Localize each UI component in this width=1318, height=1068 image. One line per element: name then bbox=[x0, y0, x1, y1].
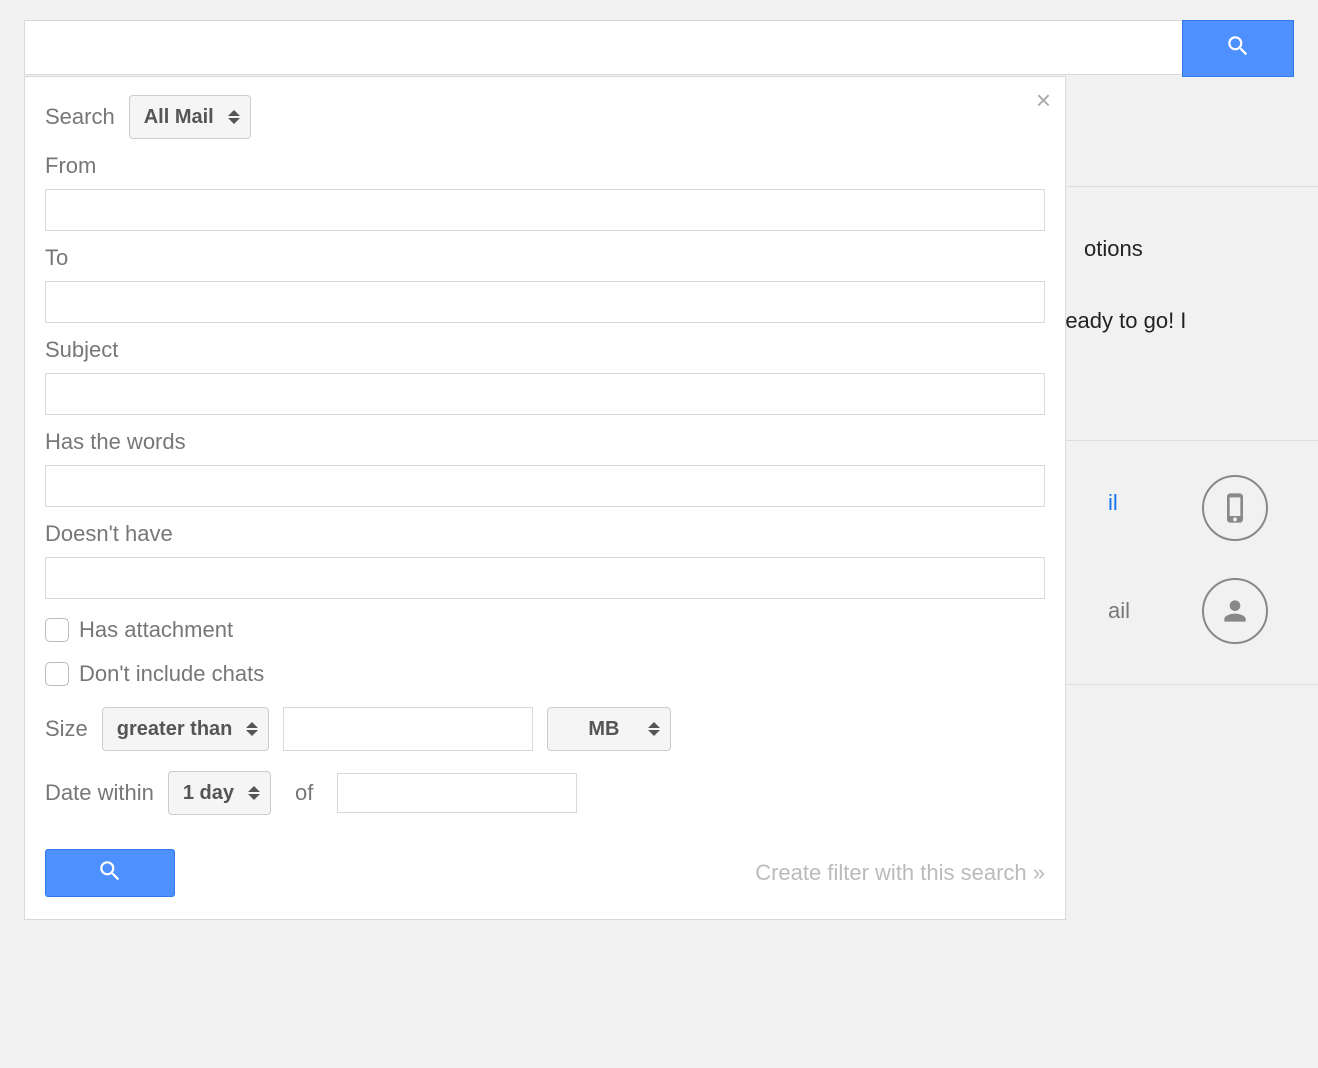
subject-label: Subject bbox=[45, 337, 1045, 363]
search-scope-label: Search bbox=[45, 104, 115, 130]
close-icon[interactable]: × bbox=[1036, 87, 1051, 113]
dont-include-chats-checkbox[interactable] bbox=[45, 662, 69, 686]
subject-input[interactable] bbox=[45, 373, 1045, 415]
background-tab[interactable]: otions bbox=[1064, 218, 1294, 278]
from-label: From bbox=[45, 153, 1045, 179]
dropdown-icon bbox=[246, 722, 258, 736]
to-label: To bbox=[45, 245, 1045, 271]
search-scope-value: All Mail bbox=[144, 106, 214, 129]
size-unit-select[interactable]: MB bbox=[547, 707, 670, 751]
create-filter-link[interactable]: Create filter with this search » bbox=[755, 860, 1045, 886]
date-input[interactable] bbox=[337, 773, 577, 813]
search-button[interactable] bbox=[1182, 20, 1294, 77]
size-value-input[interactable] bbox=[283, 707, 533, 751]
search-icon bbox=[97, 858, 123, 889]
has-words-label: Has the words bbox=[45, 429, 1045, 455]
search-input[interactable] bbox=[24, 20, 1183, 75]
of-label: of bbox=[295, 780, 313, 806]
phone-icon[interactable] bbox=[1202, 475, 1268, 541]
size-comparator-value: greater than bbox=[117, 718, 233, 741]
date-within-value: 1 day bbox=[183, 782, 234, 805]
dropdown-icon bbox=[648, 722, 660, 736]
dropdown-icon bbox=[228, 110, 240, 124]
size-comparator-select[interactable]: greater than bbox=[102, 707, 270, 751]
has-attachment-label: Has attachment bbox=[79, 617, 233, 643]
from-input[interactable] bbox=[45, 189, 1045, 231]
background-text: ready to go! I bbox=[1058, 308, 1318, 334]
doesnt-have-label: Doesn't have bbox=[45, 521, 1045, 547]
background-link-1[interactable]: il bbox=[1108, 490, 1138, 516]
has-attachment-checkbox[interactable] bbox=[45, 618, 69, 642]
to-input[interactable] bbox=[45, 281, 1045, 323]
dropdown-icon bbox=[248, 786, 260, 800]
search-scope-select[interactable]: All Mail bbox=[129, 95, 251, 139]
date-within-select[interactable]: 1 day bbox=[168, 771, 271, 815]
has-words-input[interactable] bbox=[45, 465, 1045, 507]
search-icon bbox=[1225, 33, 1251, 64]
advanced-search-panel: × Search All Mail From To Subject Has th… bbox=[24, 76, 1066, 920]
size-label: Size bbox=[45, 716, 88, 742]
background-link-2[interactable]: ail bbox=[1108, 598, 1138, 624]
dont-include-chats-label: Don't include chats bbox=[79, 661, 264, 687]
person-icon[interactable] bbox=[1202, 578, 1268, 644]
panel-search-button[interactable] bbox=[45, 849, 175, 897]
date-within-label: Date within bbox=[45, 780, 154, 806]
size-unit-value: MB bbox=[588, 718, 619, 741]
doesnt-have-input[interactable] bbox=[45, 557, 1045, 599]
